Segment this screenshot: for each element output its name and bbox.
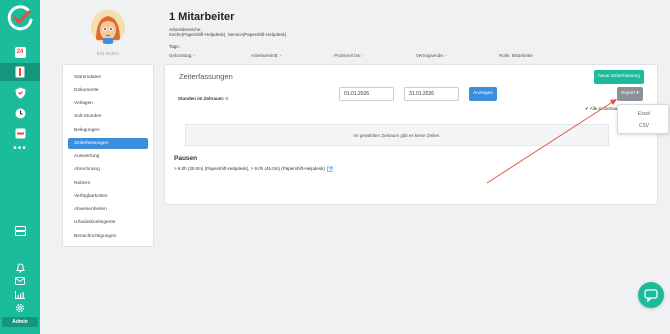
tags-label: Tags:: [169, 44, 180, 49]
hours-label: Stunden im Zeitraum:: [178, 96, 225, 101]
birthday-field: Geburtstag: -: [169, 53, 196, 58]
menu-item-soll-stunden[interactable]: Soll-Stunden: [68, 111, 148, 122]
nav-more[interactable]: •••: [0, 140, 40, 158]
more-icon: •••: [13, 143, 27, 154]
shield-icon: [15, 87, 25, 99]
menu-item-stammdaten[interactable]: Stammdaten: [68, 72, 148, 83]
show-all-checkbox[interactable]: ✔ Alle in Zeitraum: [585, 106, 617, 112]
report-icon: [15, 128, 25, 138]
menu-item-belegungen[interactable]: Belegungen: [68, 125, 148, 136]
date-to-input[interactable]: [404, 87, 459, 101]
nav-time[interactable]: [0, 104, 40, 122]
show-button[interactable]: Anzeigen: [469, 87, 497, 101]
work-areas-value: Küche(Papershift-Helpdesk), Service(Pape…: [169, 32, 287, 37]
nav-server[interactable]: [0, 222, 40, 240]
nav-employees[interactable]: [0, 63, 40, 81]
calendar-icon: 24: [14, 46, 26, 58]
edit-icon[interactable]: [327, 166, 333, 172]
menu-item-abwesenheiten[interactable]: Abwesenheiten: [68, 204, 148, 215]
breaks-text: > 6.0h (30.0m) (Papershift-Helpdesk), > …: [174, 166, 325, 171]
menu-item-urlaubskontingente[interactable]: Urlaubskontingente: [68, 217, 148, 228]
export-option-excel[interactable]: Excel: [618, 111, 670, 117]
entry-date-field: Arbeitseintritt: -: [251, 53, 282, 58]
menu-item-notizen[interactable]: Notizen: [68, 178, 148, 189]
employee-name: 1 Mitarbeiter: [169, 11, 235, 23]
chart-icon: [15, 291, 25, 299]
gear-icon: [16, 304, 24, 312]
papershift-logo[interactable]: [6, 4, 34, 32]
role-field: Rolle: Mitarbeiter: [499, 53, 534, 58]
hours-value: 0: [225, 96, 229, 101]
breaks-title: Pausen: [174, 155, 198, 162]
menu-item-dokumente[interactable]: Dokumente: [68, 85, 148, 96]
new-time-entry-button[interactable]: Neue Zeiterfassung: [594, 70, 644, 84]
change-picture-link[interactable]: Bild ändern: [86, 51, 130, 56]
date-from-input[interactable]: [339, 87, 394, 101]
avatar-illustration: [91, 10, 125, 44]
document-icon: [15, 66, 25, 78]
chat-icon: [644, 288, 658, 302]
admin-button[interactable]: Admin: [2, 317, 38, 327]
empty-state-message: Im gewählten Zeitraum gibt es keine Zeit…: [185, 124, 609, 146]
export-dropdown-menu: Excel CSV: [617, 104, 669, 134]
menu-item-zeiterfassungen[interactable]: Zeiterfassungen: [68, 138, 148, 149]
nav-shield[interactable]: [0, 84, 40, 102]
hours-in-period: Stunden im Zeitraum: 0: [178, 96, 228, 101]
contract-end-field: Vertragsende: -: [416, 53, 447, 58]
clock-icon: [15, 108, 25, 118]
menu-item-auswertung[interactable]: Auswertung: [68, 151, 148, 162]
menu-item-vorlagen[interactable]: Vorlagen: [68, 98, 148, 109]
menu-item-benachrichtigungen[interactable]: Benachrichtigungen: [68, 231, 148, 242]
menu-item-abrechnung[interactable]: Abrechnung: [68, 164, 148, 175]
export-option-csv[interactable]: CSV: [618, 123, 670, 129]
menu-item-verfuegbarkeiten[interactable]: Verfügbarkeiten: [68, 191, 148, 202]
nav-calendar[interactable]: 24: [0, 43, 40, 61]
chat-button[interactable]: [638, 282, 664, 308]
avatar[interactable]: [91, 10, 125, 44]
profile-menu: Stammdaten Dokumente Vorlagen Soll-Stund…: [62, 64, 154, 247]
mail-icon: [15, 277, 25, 285]
server-icon: [14, 226, 26, 236]
probation-field: Probezeit bis: -: [334, 53, 365, 58]
app-sidebar: 24 ••• Admin: [0, 0, 40, 334]
export-button[interactable]: Export ▾: [617, 87, 643, 101]
panel-title: Zeiterfassungen: [179, 72, 233, 81]
nav-settings[interactable]: [0, 299, 40, 317]
